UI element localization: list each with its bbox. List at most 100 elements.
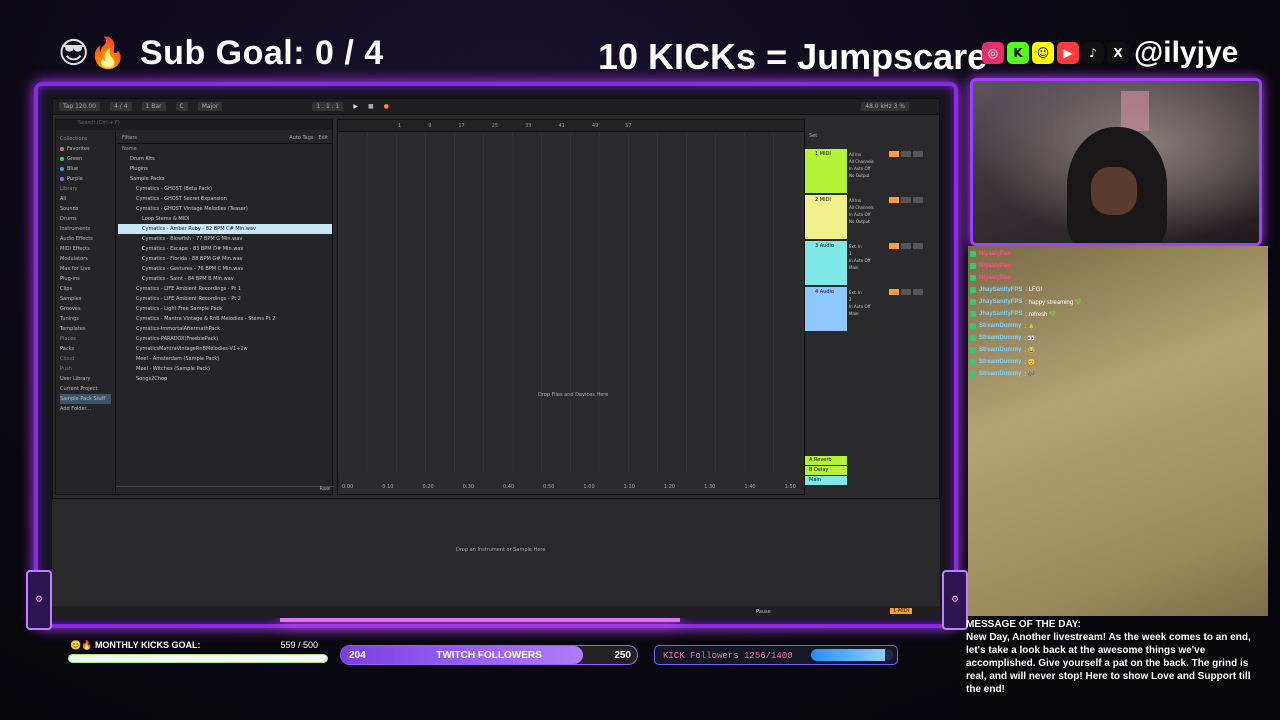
chat-username[interactable]: NiyaalyPao	[979, 263, 1011, 269]
scale-menu[interactable]: Major	[197, 102, 223, 111]
place-packs[interactable]: Packs	[60, 344, 111, 354]
library-tunings[interactable]: Tunings	[60, 314, 111, 324]
return-track-reverb[interactable]: A Reverb	[805, 455, 939, 465]
track-name[interactable]: 4 Audio	[815, 289, 834, 295]
track-1-midi[interactable]: 1 MIDI All Ins All Channels In Auto Off No …	[805, 149, 939, 193]
track-name[interactable]: 2 MIDI	[815, 197, 831, 203]
file-row[interactable]: Cymatics - Saint - 84 BPM B Min.wav	[118, 274, 332, 284]
preview-scrubber[interactable]: Raw	[116, 486, 334, 492]
selected-track-badge[interactable]: 1-MIDI	[890, 608, 913, 614]
record-icon[interactable]: ●	[384, 103, 389, 110]
main-track[interactable]: Main	[805, 475, 939, 485]
time-ruler[interactable]: 0:00 0:10 0:20 0:30 0:40 0:50 1:00 1:10 1:20 1:30…	[338, 484, 804, 492]
key-menu[interactable]: C	[175, 102, 188, 111]
file-row[interactable]: Meel - Amsterdam (Sample Pack)	[118, 354, 332, 364]
place-user-library[interactable]: User Library	[60, 374, 111, 384]
chat-username[interactable]: StreamDummy	[979, 359, 1021, 365]
place-sample-pack-stuff[interactable]: Sample Pack Stuff	[60, 394, 111, 404]
track-name[interactable]: 3 Audio	[815, 243, 834, 249]
chat-username[interactable]: StreamDummy	[979, 323, 1021, 329]
library-max-for-live[interactable]: Max for Live	[60, 264, 111, 274]
chat-username[interactable]: StreamDummy	[979, 347, 1021, 353]
tempo-field[interactable]: Tap 120.00	[59, 102, 101, 111]
library-modulators[interactable]: Modulators	[60, 254, 111, 264]
collection-favorites[interactable]: Favorites	[60, 144, 111, 154]
set-button[interactable]: Set	[809, 133, 817, 139]
edit-button[interactable]: Edit	[318, 135, 328, 141]
file-row[interactable]: Cymatics - LIFE Ambient Recordings - Pt …	[118, 284, 332, 294]
library-clips[interactable]: Clips	[60, 284, 111, 294]
file-row[interactable]: Cymatics - Mantra Vintage & RnB Melodies…	[118, 314, 332, 324]
chat-username[interactable]: NiyaalyPao	[979, 275, 1011, 281]
collection-blue[interactable]: Blue	[60, 164, 111, 174]
bar-ruler[interactable]: 1 9 17 25 33 41 49 57	[338, 120, 804, 132]
stop-icon[interactable]: ■	[368, 103, 374, 110]
file-row[interactable]: Cymatics-PARADOX(FreebiePack)	[118, 334, 332, 344]
track-io[interactable]: Ext. In 2 In Auto Off Main	[849, 289, 889, 317]
file-row[interactable]: Cymatics - GHOST Secret Expansion	[118, 194, 332, 204]
file-row[interactable]: Sample Packs	[118, 174, 332, 184]
device-view[interactable]: Drop an Instrument or Sample Here Pause …	[52, 498, 940, 618]
place-add-folder[interactable]: Add Folder...	[60, 404, 111, 414]
column-name-header[interactable]: Name	[118, 144, 332, 154]
browser-search[interactable]: Search (Ctrl + F)	[56, 120, 332, 130]
track-4-audio[interactable]: 4 Audio Ext. In 2 In Auto Off Main	[805, 287, 939, 331]
track-2-midi[interactable]: 2 MIDI All Ins All Channels In Auto Off No …	[805, 195, 939, 239]
track-io[interactable]: Ext. In 1 In Auto Off Main	[849, 243, 889, 271]
file-row[interactable]: Cymatics - LIFE Ambient Recordings - Pt …	[118, 294, 332, 304]
track-controls[interactable]	[889, 289, 937, 295]
chat-username[interactable]: JhaySanityFPS	[979, 287, 1022, 293]
library-samples[interactable]: Samples	[60, 294, 111, 304]
collection-purple[interactable]: Purple	[60, 174, 111, 184]
play-icon[interactable]: ▶	[353, 103, 358, 110]
track-io[interactable]: All Ins All Channels In Auto Off No Output	[849, 197, 889, 225]
chat-username[interactable]: NiyaalyPao	[979, 251, 1011, 257]
raw-toggle[interactable]: Raw	[319, 486, 330, 492]
library-plugins[interactable]: Plug-ins	[60, 274, 111, 284]
file-row[interactable]: CymaticsMantraVintageRnBMelodies-V1+2w	[118, 344, 332, 354]
place-current-project[interactable]: Current Project	[60, 384, 111, 394]
file-row[interactable]: Cymatics - Blowfish - 77 BPM G Min.wav	[118, 234, 332, 244]
library-grooves[interactable]: Grooves	[60, 304, 111, 314]
filters-button[interactable]: Filters	[122, 135, 137, 141]
file-row[interactable]: Cymatics-ImmortalAftermathPack	[118, 324, 332, 334]
track-3-audio[interactable]: 3 Audio Ext. In 1 In Auto Off Main	[805, 241, 939, 285]
chat-username[interactable]: StreamDummy	[979, 371, 1021, 377]
time-signature-field[interactable]: 4 / 4	[110, 102, 132, 111]
track-name[interactable]: 1 MIDI	[815, 151, 831, 157]
file-row[interactable]: Plugins	[118, 164, 332, 174]
file-row[interactable]: Cymatics - Light Free Sample Pack	[118, 304, 332, 314]
quantize-menu[interactable]: 1 Bar	[141, 102, 166, 111]
chat-username[interactable]: JhaySanityFPS	[979, 299, 1022, 305]
file-row-selected[interactable]: Cymatics - Amber Ruby - 82 BPM C# Min.wa…	[118, 224, 332, 234]
track-controls[interactable]	[889, 243, 937, 249]
return-track-delay[interactable]: B Delay	[805, 465, 939, 475]
track-io[interactable]: All Ins All Channels In Auto Off No Output	[849, 151, 889, 179]
library-audio-effects[interactable]: Audio Effects	[60, 234, 111, 244]
file-row[interactable]: Cymatics - GHOST Vintage Melodies (Tease…	[118, 204, 332, 214]
library-midi-effects[interactable]: MIDI Effects	[60, 244, 111, 254]
library-sounds[interactable]: Sounds	[60, 204, 111, 214]
place-cloud[interactable]: Cloud	[60, 354, 111, 364]
arrangement-view[interactable]: 1 9 17 25 33 41 49 57 Drop Files and Devices He…	[337, 119, 805, 495]
position-field[interactable]: 1 . 1 . 1	[312, 102, 344, 111]
library-templates[interactable]: Templates	[60, 324, 111, 334]
file-row[interactable]: Cymatics - GHOST (Beta Pack)	[118, 184, 332, 194]
place-push[interactable]: Push	[60, 364, 111, 374]
collection-green[interactable]: Green	[60, 154, 111, 164]
file-row[interactable]: Songs2Chop	[118, 374, 332, 384]
track-controls[interactable]	[889, 197, 937, 203]
track-controls[interactable]	[889, 151, 937, 157]
chat-username[interactable]: StreamDummy	[979, 335, 1021, 341]
library-instruments[interactable]: Instruments	[60, 224, 111, 234]
library-drums[interactable]: Drums	[60, 214, 111, 224]
file-row[interactable]: Cymatics - Gestures - 76 BPM C Min.wav	[118, 264, 332, 274]
auto-tags-toggle[interactable]: Auto Tags	[289, 135, 313, 141]
file-row[interactable]: Cymatics - Florida - 88 BPM G# Min.wav	[118, 254, 332, 264]
file-row[interactable]: Cymatics - Escape - 83 BPM D# Min.wav	[118, 244, 332, 254]
file-row[interactable]: Loop Stems & MIDI	[118, 214, 332, 224]
library-all[interactable]: All	[60, 194, 111, 204]
chat-username[interactable]: JhaySanityFPS	[979, 311, 1022, 317]
file-row[interactable]: Drum Kits	[118, 154, 332, 164]
file-row[interactable]: Meel - Witches (Sample Pack)	[118, 364, 332, 374]
